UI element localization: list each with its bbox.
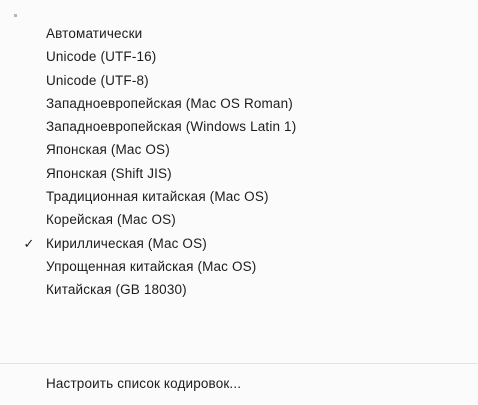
menu-item-label: Традиционная китайская (Mac OS) <box>46 189 269 205</box>
menu-item-label: Западноевропейская (Mac OS Roman) <box>46 95 293 111</box>
text-encoding-menu: Автоматически Unicode (UTF-16) Unicode (… <box>0 0 478 405</box>
checkmark-icon: ✓ <box>23 235 35 251</box>
menu-item-cyrillic[interactable]: ✓ Кириллическая (Mac OS) <box>0 232 478 255</box>
menu-item-label: Японская (Mac OS) <box>46 142 170 158</box>
menu-item-simplified-chinese[interactable]: Упрощенная китайская (Mac OS) <box>0 255 478 278</box>
menu-item-korean[interactable]: Корейская (Mac OS) <box>0 208 478 231</box>
menu-item-japanese-mac[interactable]: Японская (Mac OS) <box>0 138 478 161</box>
customize-encodings-label: Настроить список кодировок... <box>46 376 242 391</box>
menu-item-gb18030[interactable]: Китайская (GB 18030) <box>0 278 478 301</box>
menu-item-label: Корейская (Mac OS) <box>46 212 176 228</box>
customize-encodings-item[interactable]: Настроить список кодировок... <box>0 372 478 396</box>
menu-item-label: Кириллическая (Mac OS) <box>46 235 207 251</box>
menu-item-utf16[interactable]: Unicode (UTF-16) <box>0 45 478 68</box>
menu-item-automatic[interactable]: Автоматически <box>0 22 478 45</box>
menu-item-mac-roman[interactable]: Западноевропейская (Mac OS Roman) <box>0 92 478 115</box>
menu-item-label: Unicode (UTF-8) <box>46 72 149 88</box>
menu-item-label: Упрощенная китайская (Mac OS) <box>46 258 257 274</box>
menu-item-label: Западноевропейская (Windows Latin 1) <box>46 119 297 135</box>
menu-item-label: Японская (Shift JIS) <box>46 165 172 181</box>
encoding-list: Автоматически Unicode (UTF-16) Unicode (… <box>0 22 478 302</box>
menu-corner-marker <box>14 14 17 17</box>
menu-item-traditional-chinese[interactable]: Традиционная китайская (Mac OS) <box>0 185 478 208</box>
menu-item-windows-latin1[interactable]: Западноевропейская (Windows Latin 1) <box>0 115 478 138</box>
menu-separator <box>0 363 478 364</box>
menu-item-label: Автоматически <box>46 26 143 41</box>
menu-item-utf8[interactable]: Unicode (UTF-8) <box>0 69 478 92</box>
menu-item-label: Китайская (GB 18030) <box>46 282 187 298</box>
menu-item-shift-jis[interactable]: Японская (Shift JIS) <box>0 162 478 185</box>
menu-item-label: Unicode (UTF-16) <box>46 49 157 65</box>
